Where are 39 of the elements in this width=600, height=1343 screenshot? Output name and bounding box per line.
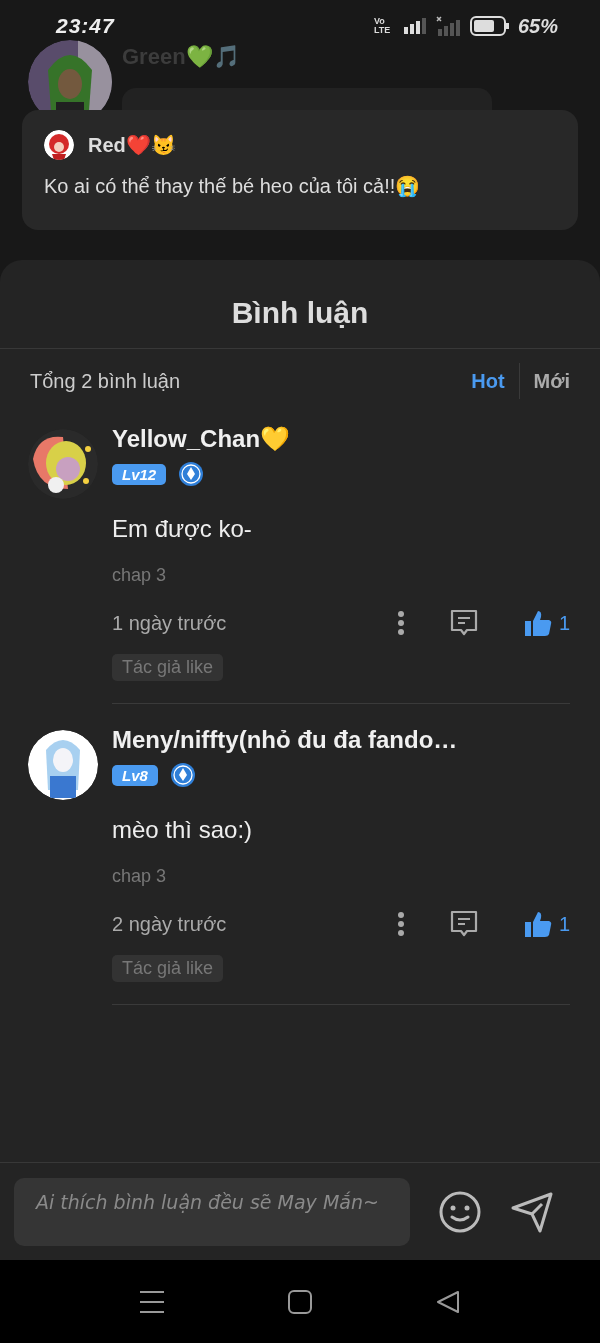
like-button[interactable]: 1 <box>522 609 570 637</box>
more-icon[interactable] <box>396 911 405 937</box>
comment-time: 1 ngày trước <box>112 611 227 635</box>
comment-text: Em được ko- <box>112 515 252 543</box>
pen-nib-badge-icon <box>178 461 205 487</box>
comment-text: Ko ai có thể thay thế bé heo của tôi cả!!😭 <box>44 174 422 198</box>
signal-icon <box>403 18 428 34</box>
level-badge: Lv8 <box>112 764 158 786</box>
author-name[interactable]: Yellow_Chan💛 <box>112 425 291 453</box>
comment-time: 2 ngày trước <box>112 912 227 936</box>
sort-tab[interactable]: Mới <box>533 369 570 393</box>
thumbs-up-icon <box>522 609 553 637</box>
author-liked-tag: Tác giả like <box>112 955 224 982</box>
like-button[interactable]: 1 <box>522 910 570 938</box>
author-name: Red❤😼 <box>88 133 176 157</box>
chapter-label: chap 3 <box>112 866 167 887</box>
more-icon[interactable] <box>396 610 405 636</box>
reply-icon[interactable] <box>448 909 479 939</box>
battery-percent: 65% <box>517 14 558 38</box>
network-label: Vo LTE <box>373 17 392 35</box>
comment-input[interactable]: Ai thích bình luận đều sẽ May Mắn~ <box>14 1177 410 1246</box>
level-badge: Lv12 <box>112 463 167 485</box>
reply-icon[interactable] <box>448 608 479 638</box>
comment-count: Tổng 2 bình luận <box>30 369 181 393</box>
menu-icon[interactable] <box>140 1290 164 1313</box>
sheet-title: Bình luận <box>0 260 600 349</box>
sort-tab[interactable]: Hot <box>471 369 505 393</box>
author-liked-tag: Tác giả like <box>112 654 224 681</box>
no-signal-icon <box>435 16 462 36</box>
pen-nib-badge-icon <box>169 762 196 788</box>
back-icon[interactable] <box>436 1289 460 1314</box>
home-icon[interactable] <box>288 1289 312 1314</box>
battery-icon <box>469 16 510 36</box>
thumbs-up-icon <box>522 910 553 938</box>
emoji-icon[interactable] <box>438 1189 482 1234</box>
comment-text: mèo thì sao:) <box>112 816 253 844</box>
author-name[interactable]: Meny/niffty(nhỏ đu đa fando… <box>112 726 458 754</box>
chapter-label: chap 3 <box>112 565 167 586</box>
clock: 23:47 <box>56 14 115 38</box>
